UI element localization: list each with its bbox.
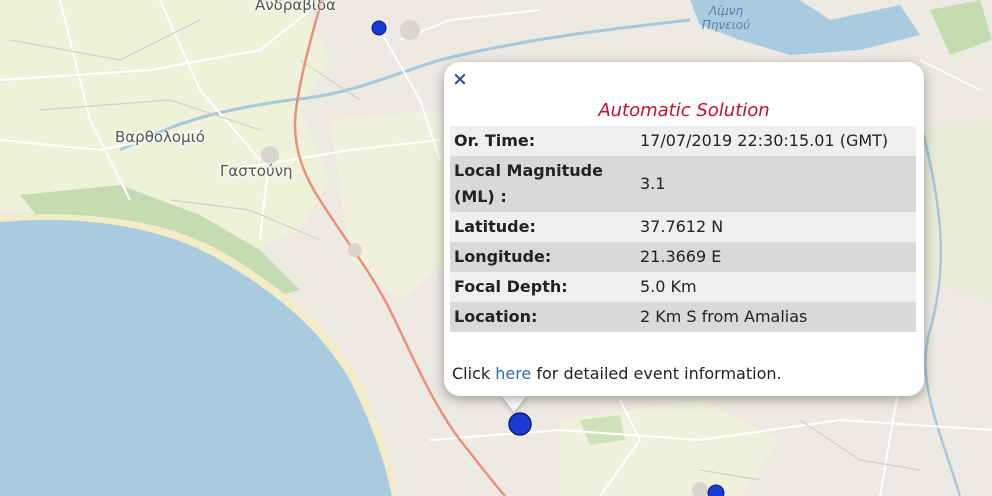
row-label-longitude: Longitude:	[454, 247, 552, 266]
row-value-location: 2 Km S from Amalias	[640, 307, 808, 326]
details-link[interactable]: here	[495, 364, 531, 383]
row-value-longitude: 21.3669 E	[640, 247, 722, 266]
row-value-magnitude: 3.1	[640, 174, 666, 193]
event-popup: × Automatic Solution Or. Time: 17/07/201…	[444, 62, 924, 396]
lake-label-line1: Λίμνη	[708, 4, 744, 18]
table-row: Latitude: 37.7612 N	[450, 212, 916, 242]
table-row: Or. Time: 17/07/2019 22:30:15.01 (GMT)	[450, 126, 916, 156]
footer-suffix: for detailed event information.	[531, 364, 782, 383]
row-value-latitude: 37.7612 N	[640, 217, 724, 236]
event-details-table: Or. Time: 17/07/2019 22:30:15.01 (GMT) L…	[450, 126, 916, 332]
row-label-focal-depth: Focal Depth:	[454, 277, 568, 296]
row-value-origin-time: 17/07/2019 22:30:15.01 (GMT)	[640, 131, 889, 150]
row-label-latitude: Latitude:	[454, 217, 536, 236]
row-label-magnitude: Local Magnitude (ML) :	[454, 161, 603, 206]
table-row: Local Magnitude (ML) : 3.1	[450, 156, 916, 212]
table-row: Longitude: 21.3669 E	[450, 242, 916, 272]
event-marker-south[interactable]	[707, 484, 725, 496]
popup-tip	[500, 394, 528, 412]
place-label-andravida: Ανδραβίδα	[255, 0, 336, 14]
event-marker-north[interactable]	[371, 20, 387, 36]
row-label-origin-time: Or. Time:	[454, 131, 536, 150]
place-label-vartholomio: Βαρθολομιό	[115, 128, 205, 146]
row-label-location: Location:	[454, 307, 538, 326]
event-marker-selected[interactable]	[508, 412, 532, 436]
row-value-focal-depth: 5.0 Km	[640, 277, 697, 296]
place-label-gastouni: Γαστούνη	[220, 162, 293, 180]
lake-label-line2: Πηνειού	[701, 18, 751, 32]
close-icon[interactable]: ×	[452, 68, 468, 90]
table-row: Focal Depth: 5.0 Km	[450, 272, 916, 302]
popup-footer: Click here for detailed event informatio…	[452, 364, 782, 383]
popup-title: Automatic Solution	[598, 100, 770, 121]
footer-prefix: Click	[452, 364, 496, 383]
lake-label: Λίμνη Πηνειού	[700, 4, 752, 32]
table-row: Location: 2 Km S from Amalias	[450, 302, 916, 332]
